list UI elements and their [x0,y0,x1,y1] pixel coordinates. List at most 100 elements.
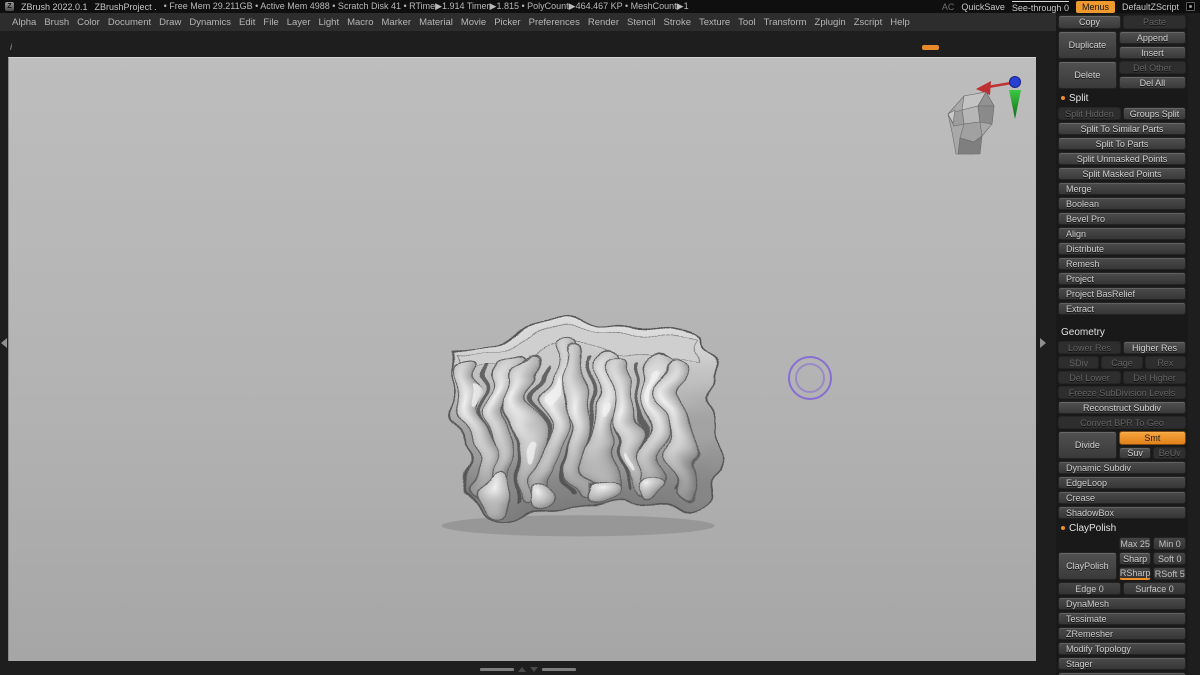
menu-item-color[interactable]: Color [77,17,100,28]
menu-item-dynamics[interactable]: Dynamics [189,17,231,28]
section-dot-icon [1061,96,1065,100]
menu-item-material[interactable]: Material [419,17,453,28]
menu-item-file[interactable]: File [263,17,278,28]
timeline-marker[interactable] [922,45,939,50]
distribute-section[interactable]: Distribute [1058,242,1186,255]
suv-toggle[interactable]: Suv [1118,447,1152,459]
del-other-button: Del Other [1118,61,1186,74]
append-button[interactable]: Append [1118,31,1186,44]
del-higher-button: Del Higher [1123,371,1186,384]
menu-item-brush[interactable]: Brush [44,17,69,28]
stager-section[interactable]: Stager [1058,657,1186,670]
claypolish-soft-slider[interactable]: Soft 0 [1153,552,1186,565]
menu-item-render[interactable]: Render [588,17,619,28]
tool-subtool-panel: Copy Paste Duplicate Append Insert Delet… [1056,13,1188,675]
menu-item-picker[interactable]: Picker [494,17,520,28]
menu-item-light[interactable]: Light [318,17,339,28]
insert-button[interactable]: Insert [1118,46,1186,59]
menu-item-tool[interactable]: Tool [738,17,755,28]
menu-item-edit[interactable]: Edit [239,17,255,28]
z-axis-dot [1009,76,1021,88]
menu-item-stroke[interactable]: Stroke [664,17,691,28]
menu-item-zplugin[interactable]: Zplugin [815,17,846,28]
claypolish-rsoft-slider[interactable]: RSoft 5 [1153,567,1186,580]
menu-item-zscript[interactable]: Zscript [854,17,883,28]
duplicate-button[interactable]: Duplicate [1058,31,1117,59]
modify-topology-section[interactable]: Modify Topology [1058,642,1186,655]
split-unmasked-points-button[interactable]: Split Unmasked Points [1058,152,1186,165]
claypolish-min-slider[interactable]: Min 0 [1153,537,1186,550]
claypolish-edge-slider[interactable]: Edge 0 [1058,582,1121,595]
split-to-parts-button[interactable]: Split To Parts [1058,137,1186,150]
project-basrelief-section[interactable]: Project BasRelief [1058,287,1186,300]
zbrush-logo-icon: Z [5,2,14,11]
dynamic-subdiv-section[interactable]: Dynamic Subdiv [1058,461,1186,474]
geometry-section-header[interactable]: Geometry [1058,325,1186,339]
zremesher-section[interactable]: ZRemesher [1058,627,1186,640]
menu-item-movie[interactable]: Movie [461,17,486,28]
menu-item-preferences[interactable]: Preferences [529,17,580,28]
left-tray-arrow-icon[interactable] [1,338,7,348]
delete-button[interactable]: Delete [1058,61,1117,89]
see-through-slider[interactable]: See-through 0 [1011,0,1069,13]
align-section[interactable]: Align [1058,227,1186,240]
groups-split-button[interactable]: Groups Split [1123,107,1186,120]
dynamesh-section[interactable]: DynaMesh [1058,597,1186,610]
menu-item-draw[interactable]: Draw [159,17,181,28]
window-indicator-icon[interactable] [1186,2,1195,11]
cage-button: Cage [1101,356,1143,369]
merge-section[interactable]: Merge [1058,182,1186,195]
claypolish-sharp-button[interactable]: Sharp [1118,552,1152,565]
bottom-divider-handle[interactable] [480,667,576,672]
menu-item-document[interactable]: Document [108,17,151,28]
menu-item-transform[interactable]: Transform [764,17,807,28]
bevel-pro-section[interactable]: Bevel Pro [1058,212,1186,225]
sculpture-3d-model[interactable] [379,266,769,571]
menus-button[interactable]: Menus [1075,0,1115,13]
menu-item-stencil[interactable]: Stencil [627,17,656,28]
shadowbox-section[interactable]: ShadowBox [1058,506,1186,519]
split-to-similar-parts-button[interactable]: Split To Similar Parts [1058,122,1186,135]
claypolish-section-header[interactable]: ClayPolish [1058,521,1186,535]
crease-section[interactable]: Crease [1058,491,1186,504]
collapse-down-icon[interactable] [530,667,538,672]
del-all-button[interactable]: Del All [1118,76,1186,89]
camera-head-gizmo[interactable] [934,66,1029,161]
claypolish-button[interactable]: ClayPolish [1058,552,1117,580]
menu-item-layer[interactable]: Layer [287,17,311,28]
app-title: ZBrush 2022.0.1 [21,1,88,12]
claypolish-max-slider[interactable]: Max 25 [1118,537,1152,550]
claypolish-rsharp-slider[interactable]: RSharp [1118,567,1152,580]
menu-item-texture[interactable]: Texture [699,17,730,28]
edgeloop-section[interactable]: EdgeLoop [1058,476,1186,489]
menu-item-marker[interactable]: Marker [382,17,412,28]
tessimate-section[interactable]: Tessimate [1058,612,1186,625]
extract-section[interactable]: Extract [1058,302,1186,315]
higher-res-button[interactable]: Higher Res [1123,341,1186,354]
document-canvas[interactable] [8,57,1036,661]
expand-up-icon[interactable] [518,667,526,672]
quicksave-button[interactable]: QuickSave [961,2,1005,12]
right-tray-arrow-icon[interactable] [1040,338,1046,348]
divider-bar [480,668,514,671]
default-zscript-button[interactable]: DefaultZScript [1122,2,1179,12]
smt-toggle[interactable]: Smt [1118,431,1186,445]
split-section-header[interactable]: Split [1058,91,1186,105]
divide-button[interactable]: Divide [1058,431,1117,459]
claypolish-surface-slider[interactable]: Surface 0 [1123,582,1186,595]
rex-button: Rex [1144,356,1186,369]
lower-res-button: Lower Res [1058,341,1121,354]
copy-button[interactable]: Copy [1058,15,1121,29]
project-section[interactable]: Project [1058,272,1186,285]
memory-stats: • Free Mem 29.211GB • Active Mem 4988 • … [163,1,689,11]
boolean-section[interactable]: Boolean [1058,197,1186,210]
remesh-section[interactable]: Remesh [1058,257,1186,270]
reconstruct-subdiv-button[interactable]: Reconstruct Subdiv [1058,401,1186,414]
split-masked-points-button[interactable]: Split Masked Points [1058,167,1186,180]
brush-cursor[interactable] [788,356,832,400]
menu-item-alpha[interactable]: Alpha [12,17,36,28]
split-section-label: Split [1069,92,1089,104]
project-name: ZBrushProject . [94,1,157,12]
menu-item-help[interactable]: Help [890,17,910,28]
menu-item-macro[interactable]: Macro [347,17,373,28]
